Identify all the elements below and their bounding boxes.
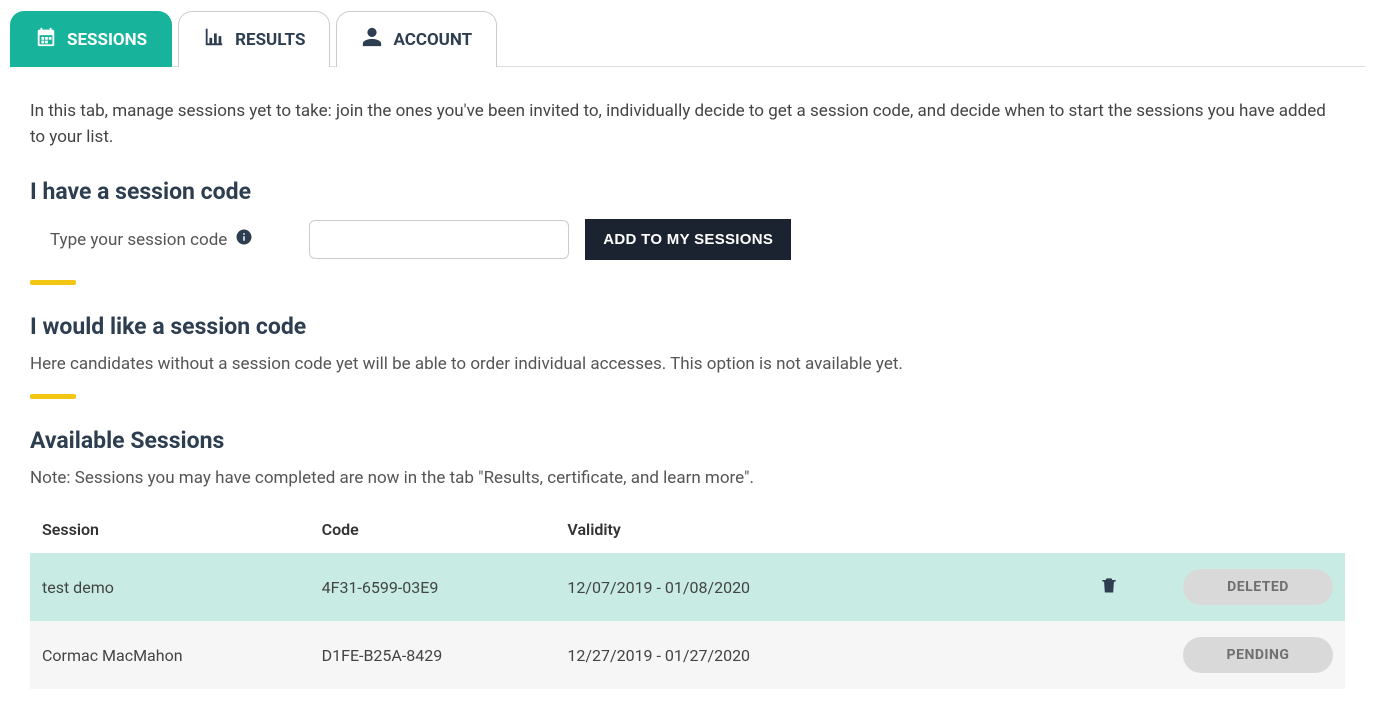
col-actions <box>907 506 1345 553</box>
trash-icon[interactable] <box>1099 574 1119 600</box>
add-to-sessions-button[interactable]: ADD TO MY SESSIONS <box>585 219 791 260</box>
session-code-row: Type your session code ADD TO MY SESSION… <box>30 219 1345 260</box>
tab-account[interactable]: ACCOUNT <box>336 11 497 67</box>
sessions-table: Session Code Validity test demo 4F31-659… <box>30 506 1345 689</box>
cell-session: test demo <box>30 553 310 621</box>
cell-code: D1FE-B25A-8429 <box>310 621 556 689</box>
heading-have-code: I have a session code <box>30 178 1345 205</box>
heading-available: Available Sessions <box>30 427 1345 454</box>
table-row: test demo 4F31-6599-03E9 12/07/2019 - 01… <box>30 553 1345 621</box>
col-code: Code <box>310 506 556 553</box>
col-validity: Validity <box>555 506 906 553</box>
info-icon[interactable] <box>235 228 253 251</box>
tab-results[interactable]: RESULTS <box>178 11 330 67</box>
calendar-icon <box>35 26 57 53</box>
section-divider <box>30 394 76 399</box>
cell-code: 4F31-6599-03E9 <box>310 553 556 621</box>
cell-session: Cormac MacMahon <box>30 621 310 689</box>
available-note: Note: Sessions you may have completed ar… <box>30 468 1345 488</box>
user-icon <box>361 26 383 53</box>
session-code-label: Type your session code <box>50 228 253 251</box>
tab-bar: SESSIONS RESULTS ACCOUNT <box>10 10 1365 67</box>
col-session: Session <box>30 506 310 553</box>
tab-label: ACCOUNT <box>393 30 472 50</box>
section-divider <box>30 280 76 285</box>
want-code-description: Here candidates without a session code y… <box>30 354 1345 374</box>
table-row: Cormac MacMahon D1FE-B25A-8429 12/27/201… <box>30 621 1345 689</box>
heading-want-code: I would like a session code <box>30 313 1345 340</box>
intro-text: In this tab, manage sessions yet to take… <box>30 99 1345 150</box>
status-badge: PENDING <box>1183 637 1333 673</box>
tab-label: SESSIONS <box>67 30 147 50</box>
tab-label: RESULTS <box>235 30 305 50</box>
session-code-input[interactable] <box>309 220 569 259</box>
bar-chart-icon <box>203 26 225 53</box>
status-badge: DELETED <box>1183 569 1333 605</box>
cell-validity: 12/27/2019 - 01/27/2020 <box>555 621 906 689</box>
tab-sessions[interactable]: SESSIONS <box>10 11 172 67</box>
cell-validity: 12/07/2019 - 01/08/2020 <box>555 553 906 621</box>
